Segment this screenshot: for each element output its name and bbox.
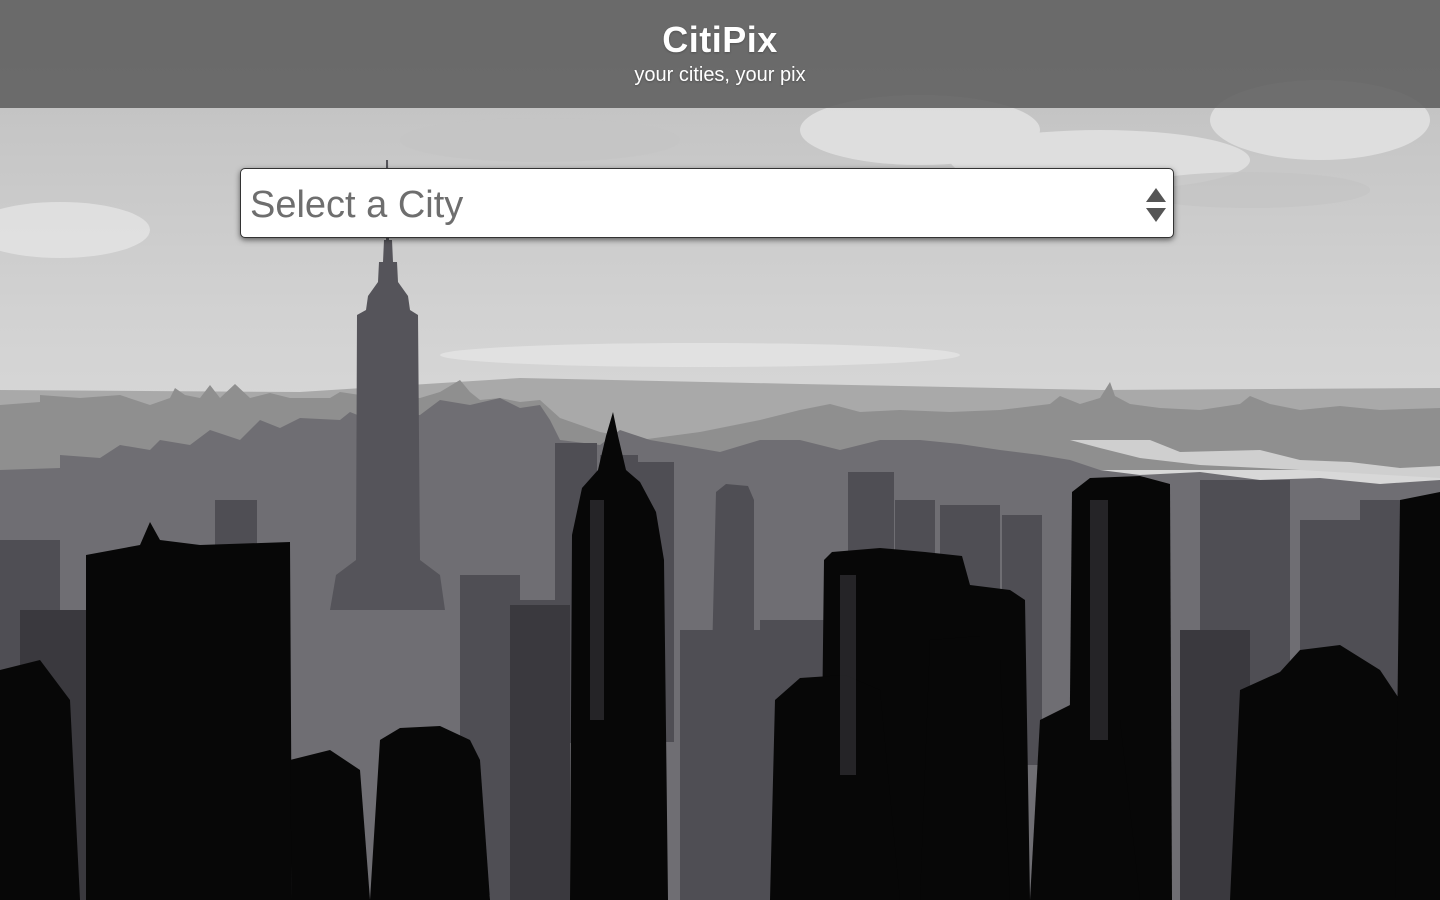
- up-down-arrows-icon: [1146, 188, 1166, 222]
- city-select-value: Select a City: [250, 184, 464, 226]
- brand-title[interactable]: CitiPix: [0, 18, 1440, 62]
- page: CitiPix your cities, your pix Select a C…: [0, 0, 1440, 900]
- header-banner: CitiPix your cities, your pix: [0, 0, 1440, 108]
- city-skyline-background: [0, 0, 1440, 900]
- city-select-dropdown[interactable]: Select a City: [240, 168, 1174, 238]
- brand-tagline: your cities, your pix: [634, 64, 806, 86]
